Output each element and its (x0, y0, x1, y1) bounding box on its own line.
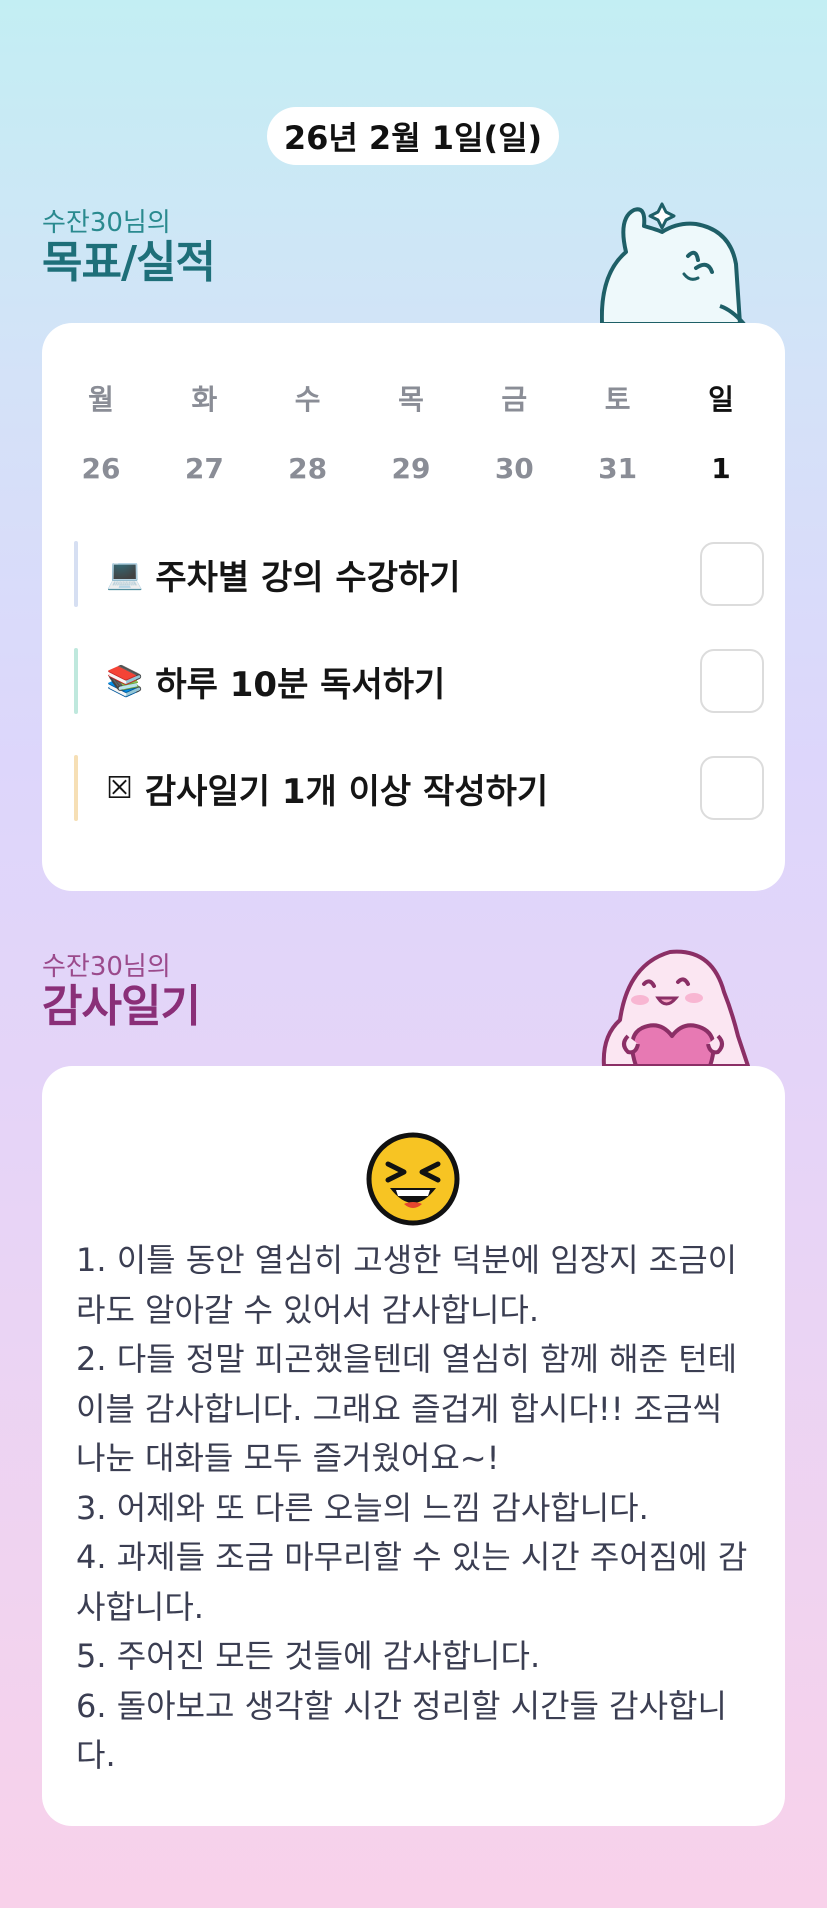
goal-checkbox[interactable] (700, 649, 764, 713)
weekday-mon: 월 (88, 383, 114, 416)
goal-accent-bar (74, 755, 78, 821)
journal-entry-text: 1. 이틀 동안 열심히 고생한 덕분에 임장지 조금이라도 알아갈 수 있어서… (76, 1236, 756, 1781)
date-label: 26년 2월 1일(일) (283, 119, 543, 157)
journal-line: 2. 다들 정말 피곤했을텐데 열심히 함께 해준 턴테이블 감사합니다. 그래… (76, 1340, 738, 1477)
goal-accent-bar (74, 648, 78, 714)
goal-text: 📚 하루 10분 독서하기 (106, 657, 445, 706)
date-pill[interactable]: 26년 2월 1일(일) (267, 107, 559, 165)
date-row: 26 27 28 29 30 31 1 (66, 452, 756, 485)
calendar-day[interactable]: 29 (376, 452, 446, 485)
goal-item: 💻 주차별 강의 수강하기 (74, 541, 764, 607)
journal-line: 3. 어제와 또 다른 오늘의 느낌 감사합니다. (76, 1488, 649, 1527)
calendar-day[interactable]: 31 (583, 452, 653, 485)
weekday-row: 월 화 수 목 금 토 일 (66, 378, 756, 418)
goal-text: ☒ 감사일기 1개 이상 작성하기 (106, 764, 548, 813)
weekday-sat: 토 (604, 383, 631, 416)
calendar-day[interactable]: 30 (479, 452, 549, 485)
weekday-wed: 수 (294, 383, 321, 416)
goal-item: ☒ 감사일기 1개 이상 작성하기 (74, 755, 764, 821)
checkbox-icon: ☒ (106, 770, 133, 806)
weekday-fri: 금 (501, 383, 528, 416)
goal-item: 📚 하루 10분 독서하기 (74, 648, 764, 714)
goal-accent-bar (74, 541, 78, 607)
books-icon: 📚 (106, 663, 144, 699)
weekday-thu: 목 (398, 383, 424, 416)
journal-line: 6. 돌아보고 생각할 시간 정리할 시간들 감사합니다. (76, 1686, 727, 1775)
goals-section-subtitle: 수잔30님의 (42, 208, 171, 238)
goal-text: 💻 주차별 강의 수강하기 (106, 550, 461, 599)
goal-label: 하루 10분 독서하기 (155, 664, 446, 705)
journal-line: 5. 주어진 모든 것들에 감사합니다. (76, 1637, 541, 1675)
calendar-day[interactable]: 27 (169, 452, 239, 485)
goal-label: 감사일기 1개 이상 작성하기 (144, 771, 549, 812)
goal-checkbox[interactable] (700, 756, 764, 820)
journal-section-title: 감사일기 (42, 981, 201, 1032)
calendar-day-selected[interactable]: 1 (686, 452, 756, 485)
goal-checkbox[interactable] (700, 542, 764, 606)
journal-line: 1. 이틀 동안 열심히 고생한 덕분에 임장지 조금이라도 알아갈 수 있어서… (76, 1241, 738, 1329)
weekday-tue: 화 (191, 383, 218, 416)
calendar-day[interactable]: 26 (66, 452, 136, 485)
laughing-face-icon (366, 1132, 460, 1226)
goal-label: 주차별 강의 수강하기 (155, 557, 461, 598)
mascot-character-illustration (600, 202, 746, 324)
calendar-day[interactable]: 28 (273, 452, 343, 485)
journal-section-heading: 수잔30님의 감사일기 (42, 952, 201, 1032)
mascot-heart-illustration (601, 949, 750, 1066)
journal-section-subtitle: 수잔30님의 (42, 952, 171, 982)
weekday-sun: 일 (708, 383, 734, 416)
laptop-icon: 💻 (106, 556, 144, 592)
goals-section-heading: 수잔30님의 목표/실적 (42, 208, 216, 288)
journal-line: 4. 과제들 조금 마무리할 수 있는 시간 주어짐에 감사합니다. (76, 1538, 748, 1626)
goals-section-title: 목표/실적 (42, 237, 216, 288)
